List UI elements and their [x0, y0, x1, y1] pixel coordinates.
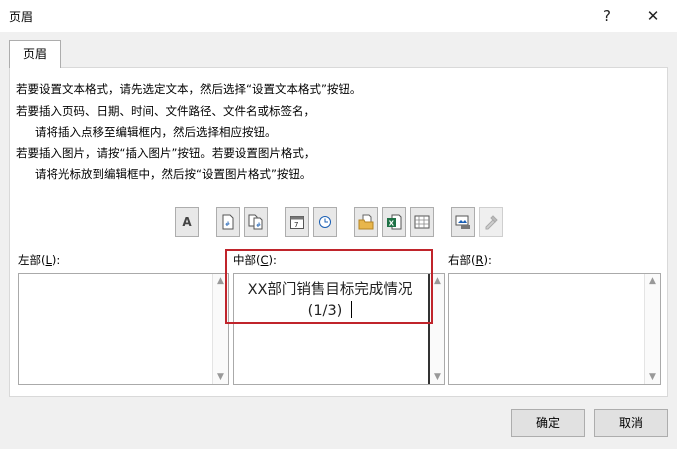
scroll-up-icon[interactable]: ▲	[213, 274, 228, 288]
svg-text:7: 7	[294, 221, 298, 229]
page-count-icon: #	[248, 214, 263, 230]
insert-date-button[interactable]: 7	[285, 207, 309, 237]
help-button[interactable]: ?	[592, 2, 622, 30]
sheet-name-icon	[414, 215, 430, 229]
format-picture-icon	[485, 215, 498, 230]
svg-text:#: #	[256, 222, 261, 229]
right-section-editor[interactable]: ▲ ▼	[448, 273, 661, 385]
ok-button[interactable]: 确定	[511, 409, 585, 437]
page-number-icon: #	[222, 214, 234, 230]
insert-time-button[interactable]	[313, 207, 337, 237]
right-scrollbar[interactable]: ▲ ▼	[644, 274, 660, 384]
insert-page-number-button[interactable]: #	[216, 207, 240, 237]
center-section-editor[interactable]: XX部门销售目标完成情况 (1/3) ▲ ▼	[233, 273, 445, 385]
title-bar: 页眉 ? ✕	[0, 0, 677, 32]
center-scrollbar[interactable]: ▲ ▼	[428, 274, 444, 384]
close-button[interactable]: ✕	[638, 2, 668, 30]
right-section-label: 右部(R):	[448, 253, 492, 267]
insert-page-count-button[interactable]: #	[244, 207, 268, 237]
instruction-line: 若要插入页码、日期、时间、文件路径、文件名或标签名，	[16, 104, 315, 118]
date-icon: 7	[290, 216, 304, 229]
scroll-up-icon[interactable]: ▲	[645, 274, 660, 288]
left-section-editor[interactable]: ▲ ▼	[18, 273, 229, 385]
file-name-icon: X	[387, 214, 402, 230]
instruction-line: 若要插入图片，请按“插入图片”按钮。若要设置图片格式，	[16, 146, 316, 160]
insert-file-path-button[interactable]	[354, 207, 378, 237]
file-path-icon	[358, 214, 374, 230]
left-scrollbar[interactable]: ▲ ▼	[212, 274, 228, 384]
format-picture-button[interactable]	[479, 207, 503, 237]
insert-picture-icon	[455, 215, 470, 229]
tab-panel: 若要设置文本格式，请先选定文本，然后选择“设置文本格式”按钮。 若要插入页码、日…	[9, 67, 668, 397]
tab-header[interactable]: 页眉	[9, 40, 61, 68]
left-section-label: 左部(L):	[18, 253, 61, 267]
format-text-icon: A	[182, 215, 192, 229]
text-caret	[351, 301, 353, 318]
center-section-label: 中部(C):	[233, 253, 277, 267]
cancel-button[interactable]: 取消	[594, 409, 668, 437]
scroll-up-icon[interactable]: ▲	[430, 274, 445, 288]
format-text-button[interactable]: A	[175, 207, 199, 237]
insert-picture-button[interactable]	[451, 207, 475, 237]
instruction-line: 请将插入点移至编辑框内，然后选择相应按钮。	[35, 125, 277, 139]
scroll-down-icon[interactable]: ▼	[430, 370, 445, 384]
time-icon	[319, 216, 331, 228]
insert-file-name-button[interactable]: X	[382, 207, 406, 237]
window-title: 页眉	[9, 10, 34, 24]
center-header-title: XX部门销售目标完成情况	[247, 282, 413, 298]
instruction-line: 若要设置文本格式，请先选定文本，然后选择“设置文本格式”按钮。	[16, 82, 362, 96]
center-header-page: (1/3)	[234, 301, 426, 319]
svg-text:X: X	[389, 220, 395, 228]
svg-text:#: #	[225, 221, 230, 228]
scroll-down-icon[interactable]: ▼	[645, 370, 660, 384]
scroll-down-icon[interactable]: ▼	[213, 370, 228, 384]
instruction-line: 请将光标放到编辑框中，然后按“设置图片格式”按钮。	[35, 167, 312, 181]
insert-sheet-name-button[interactable]	[410, 207, 434, 237]
